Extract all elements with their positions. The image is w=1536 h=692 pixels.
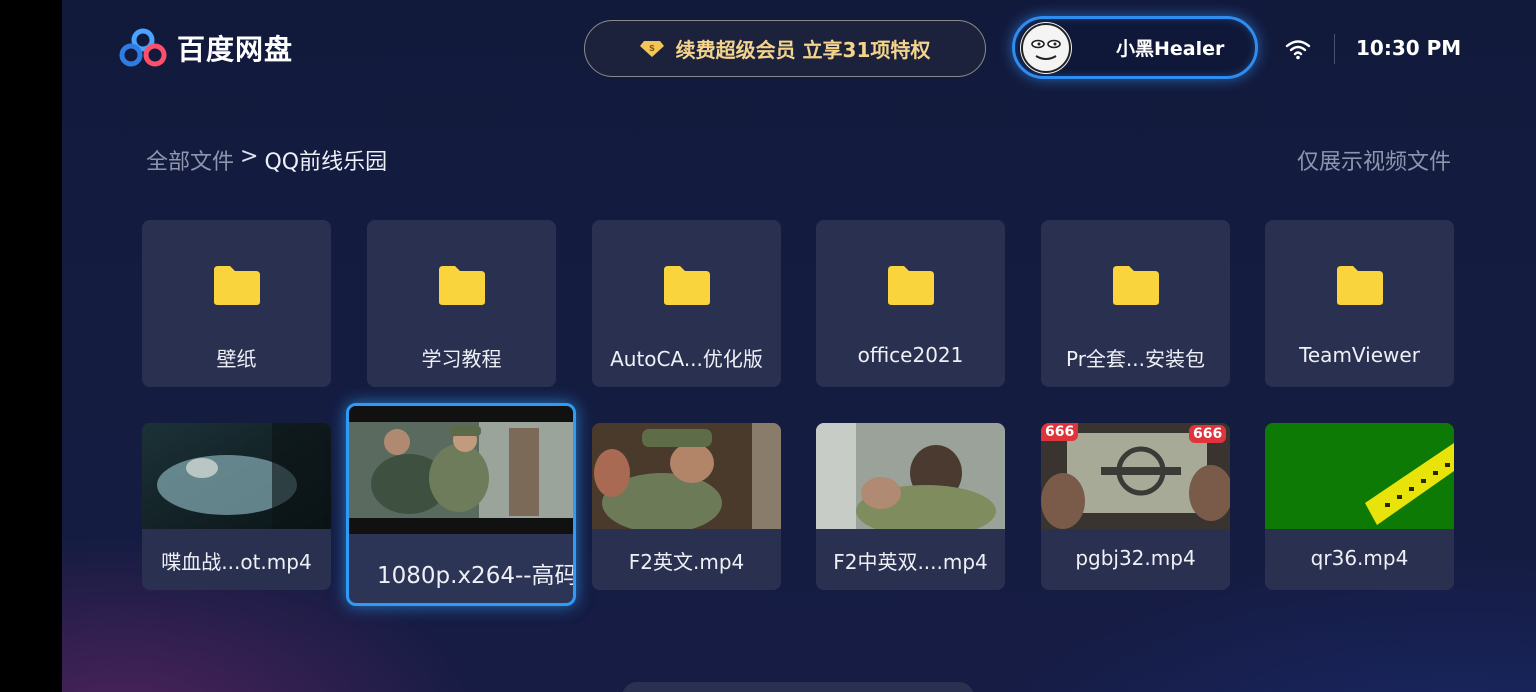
wifi-icon (1285, 40, 1311, 60)
video-tile[interactable]: 喋血战...ot.mp4 (142, 423, 331, 590)
folder-label: Pr全套...安装包 (1065, 347, 1205, 371)
svg-text:S: S (649, 44, 655, 53)
video-thumbnail (816, 423, 1005, 529)
breadcrumb: 全部文件 > QQ前线乐园 (146, 144, 387, 176)
video-label: F2英文.mp4 (628, 550, 745, 574)
folder-icon (214, 266, 260, 305)
video-tile[interactable]: F2中英双....mp4 (816, 423, 1005, 590)
video-label: qr36.mp4 (1310, 546, 1409, 570)
folder-label: AutoCA...优化版 (610, 347, 763, 371)
baidu-netdisk-logo-icon (119, 28, 167, 67)
thumbnail-badge-left: 666 (1041, 423, 1079, 441)
vip-diamond-icon: S (639, 40, 664, 57)
folder-tile[interactable]: AutoCA...优化版 (592, 220, 781, 387)
video-tile[interactable]: F2英文.mp4 (592, 423, 781, 590)
video-only-filter[interactable]: 仅展示视频文件 (1297, 144, 1451, 176)
user-name: 小黑Healer (1116, 38, 1225, 60)
avatar-face-icon (1021, 22, 1071, 73)
folder-label: 学习教程 (421, 347, 502, 371)
logo-text: 百度网盘 (177, 33, 294, 66)
video-label: F2中英双....mp4 (833, 550, 988, 574)
app-screen: 百度网盘 S 续费超级会员 立享31项特权 小黑Healer 10:30 PM (62, 0, 1536, 692)
video-label: pgbj32.mp4 (1075, 546, 1196, 570)
vip-label: 续费超级会员 立享31项特权 (675, 38, 931, 62)
breadcrumb-separator: > (240, 144, 259, 169)
folder-label: 壁纸 (216, 347, 257, 371)
folder-label: office2021 (857, 343, 964, 367)
video-label: 1080p.x264--高码 (377, 563, 573, 589)
folder-label: TeamViewer (1299, 343, 1420, 367)
thumbnail-badge-right: 666 (1189, 425, 1227, 443)
clock: 10:30 PM (1356, 36, 1462, 60)
video-thumbnail (1265, 423, 1454, 529)
breadcrumb-root[interactable]: 全部文件 (146, 144, 234, 176)
video-tile[interactable]: 666 666 pgbj32.mp4 (1041, 423, 1230, 590)
vip-renew-button[interactable]: S 续费超级会员 立享31项特权 (584, 20, 986, 77)
folder-icon (439, 266, 485, 305)
user-account-button[interactable]: 小黑Healer (1012, 16, 1258, 79)
video-tile[interactable]: qr36.mp4 (1265, 423, 1454, 590)
folder-tile[interactable]: 学习教程 (367, 220, 556, 387)
folder-tile[interactable]: office2021 (816, 220, 1005, 387)
folder-icon (1113, 266, 1159, 305)
folder-tile[interactable]: 壁纸 (142, 220, 331, 387)
folder-tile[interactable]: Pr全套...安装包 (1041, 220, 1230, 387)
video-thumbnail (592, 423, 781, 529)
bottom-menu-handle[interactable] (622, 682, 974, 692)
folder-icon (664, 266, 710, 305)
video-thumbnail (142, 423, 331, 529)
avatar (1020, 21, 1072, 74)
video-thumbnail (349, 406, 573, 534)
app-logo: 百度网盘 (119, 28, 293, 68)
folder-tile[interactable]: TeamViewer (1265, 220, 1454, 387)
header-divider (1334, 34, 1335, 64)
folder-icon (888, 266, 934, 305)
breadcrumb-current: QQ前线乐园 (264, 150, 388, 175)
folder-icon (1337, 266, 1383, 305)
video-tile-focused[interactable]: 1080p.x264--高码 (346, 403, 576, 606)
video-label: 喋血战...ot.mp4 (161, 550, 312, 574)
